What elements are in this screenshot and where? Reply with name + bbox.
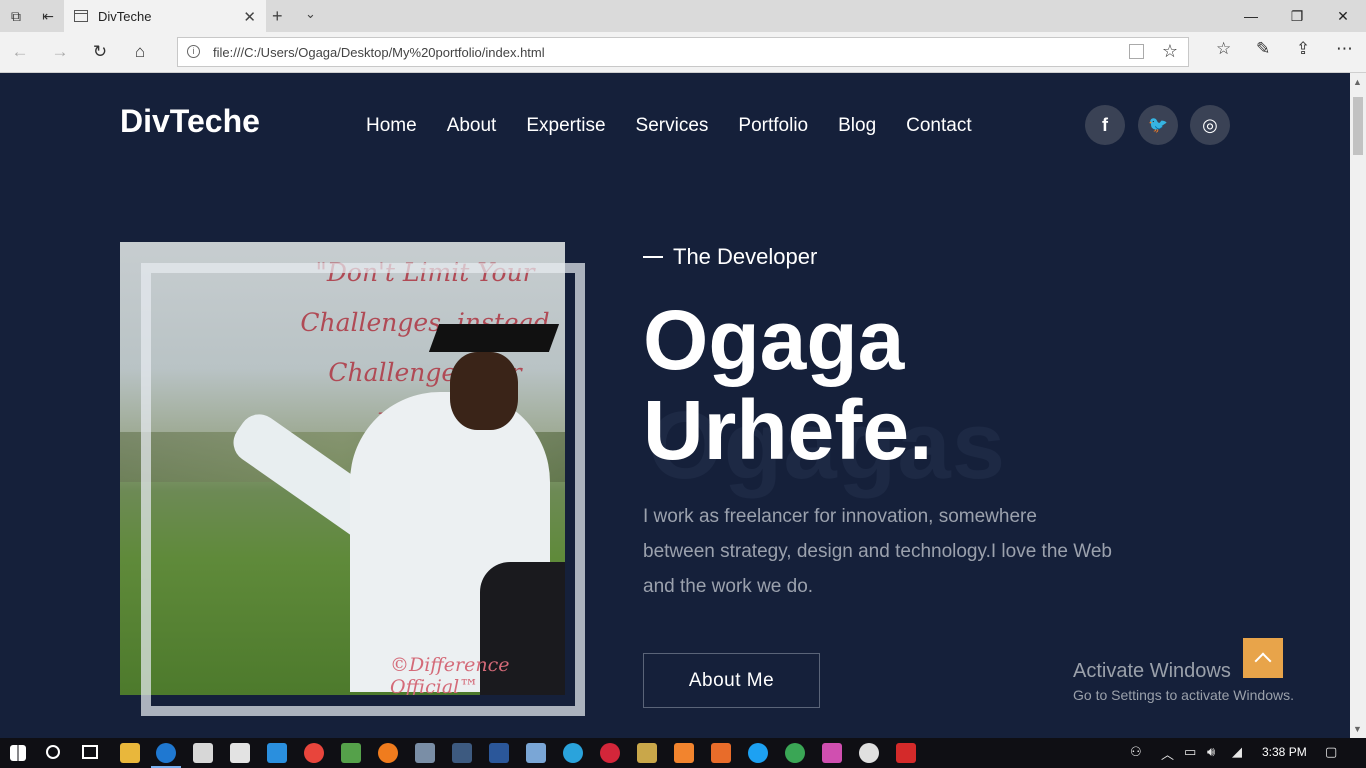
mail-icon[interactable] — [230, 743, 250, 763]
heart-app-icon[interactable] — [637, 743, 657, 763]
nav-about[interactable]: About — [447, 115, 497, 137]
new-tab-icon[interactable]: + — [272, 6, 283, 27]
hero-kicker: The Developer — [643, 244, 817, 270]
site-info-icon[interactable]: i — [187, 45, 200, 58]
nav-blog[interactable]: Blog — [838, 115, 876, 137]
favorite-star-icon[interactable]: ☆ — [1162, 41, 1178, 62]
instagram-icon[interactable]: ◎ — [1190, 105, 1230, 145]
battery-icon[interactable]: ▭ — [1184, 744, 1196, 760]
site-logo[interactable]: DivTeche — [120, 103, 260, 140]
chevron-up-icon — [1254, 652, 1272, 670]
firefox-icon[interactable] — [378, 743, 398, 763]
favorites-hub-icon[interactable]: ☆ — [1216, 39, 1231, 59]
refresh-icon[interactable]: ↻ — [88, 40, 112, 64]
nav-services[interactable]: Services — [636, 115, 709, 137]
forward-icon[interactable]: → — [48, 40, 72, 64]
notes-pen-icon[interactable]: ✎ — [1256, 39, 1270, 59]
photo-frame — [141, 263, 585, 716]
tray-chevron-up-icon[interactable]: ︿ — [1161, 744, 1174, 763]
start-windows-icon[interactable] — [10, 745, 26, 761]
app-tiles-icon[interactable] — [341, 743, 361, 763]
kicker-dash — [643, 256, 663, 258]
activate-subtitle: Go to Settings to activate Windows. — [1073, 687, 1294, 703]
volume-icon[interactable]: 🔊︎ — [1207, 744, 1215, 760]
telegram-icon[interactable] — [563, 743, 583, 763]
twitter-app-icon[interactable] — [748, 743, 768, 763]
app-icon-5[interactable] — [785, 743, 805, 763]
hero-name: Ogaga Urhefe. — [643, 295, 932, 475]
nav-home[interactable]: Home — [366, 115, 417, 137]
browser-tab-bar: ⧉ ⇤ DivTeche ✕ + ⌄ — ❐ ✕ — [0, 0, 1366, 32]
restore-icon[interactable]: ❐ — [1274, 0, 1320, 32]
page-icon — [74, 10, 88, 22]
nav-portfolio[interactable]: Portfolio — [738, 115, 808, 137]
tab-title: DivTeche — [98, 8, 152, 24]
hero-name-line1: Ogaga — [643, 293, 905, 387]
file-explorer-icon[interactable] — [120, 743, 140, 763]
action-center-icon[interactable]: ▢ — [1325, 744, 1337, 760]
reading-view-icon[interactable] — [1129, 44, 1144, 59]
more-menu-icon[interactable]: ⋯ — [1336, 39, 1353, 59]
facebook-icon[interactable]: f — [1085, 105, 1125, 145]
edge-browser-icon[interactable] — [156, 743, 176, 763]
set-aside-tabs-icon[interactable]: ⇤ — [32, 0, 64, 32]
chrome-icon[interactable] — [304, 743, 324, 763]
main-nav: Home About Expertise Services Portfolio … — [366, 115, 1002, 137]
app-icon-4[interactable] — [711, 743, 731, 763]
about-me-button[interactable]: About Me — [643, 653, 820, 708]
nav-expertise[interactable]: Expertise — [526, 115, 605, 137]
tab-actions-icon[interactable]: ⧉ — [0, 0, 32, 32]
address-bar[interactable]: i file:///C:/Users/Ogaga/Desktop/My%20po… — [177, 37, 1189, 67]
task-view-icon[interactable] — [82, 745, 98, 759]
app-icon[interactable] — [415, 743, 435, 763]
notepad-icon[interactable] — [526, 743, 546, 763]
system-clock[interactable]: 3:38 PM — [1262, 745, 1307, 759]
address-toolbar: ← → ↻ ⌂ i file:///C:/Users/Ogaga/Desktop… — [0, 32, 1366, 73]
share-icon[interactable]: ⇪ — [1296, 39, 1310, 59]
hero-bio: I work as freelancer for innovation, som… — [643, 506, 1112, 597]
windows-taskbar: ⚇ ︿ ▭ 🔊︎ ◢ 3:38 PM ▢ — [0, 738, 1366, 768]
browser-tab[interactable]: DivTeche ✕ — [64, 0, 266, 32]
kicker-text: The Developer — [673, 244, 818, 269]
store-icon[interactable] — [193, 743, 213, 763]
page-scrollbar[interactable]: ▲ ▼ — [1350, 73, 1366, 738]
scroll-to-top-button[interactable] — [1243, 638, 1283, 678]
url-text[interactable]: file:///C:/Users/Ogaga/Desktop/My%20port… — [213, 45, 545, 60]
close-window-icon[interactable]: ✕ — [1320, 0, 1366, 32]
scroll-up-icon[interactable]: ▲ — [1353, 77, 1362, 87]
people-icon[interactable]: ⚇ — [1130, 744, 1142, 760]
back-icon[interactable]: ← — [8, 40, 32, 64]
scrollbar-thumb[interactable] — [1353, 97, 1363, 155]
close-tab-icon[interactable]: ✕ — [243, 8, 256, 26]
word-icon[interactable] — [489, 743, 509, 763]
app-icon-3[interactable] — [674, 743, 694, 763]
minimize-icon[interactable]: — — [1228, 0, 1274, 32]
home-icon[interactable]: ⌂ — [128, 40, 152, 64]
app-icon-6[interactable] — [822, 743, 842, 763]
acrobat-icon[interactable] — [896, 743, 916, 763]
twitter-icon[interactable]: 🐦 — [1138, 105, 1178, 145]
search-icon[interactable] — [46, 745, 60, 759]
app-icon-2[interactable] — [452, 743, 472, 763]
pinterest-icon[interactable] — [600, 743, 620, 763]
hero-name-line2: Urhefe. — [643, 383, 933, 477]
app-icon-7[interactable] — [859, 743, 879, 763]
nav-contact[interactable]: Contact — [906, 115, 971, 137]
tab-preview-chevron-icon[interactable]: ⌄ — [305, 6, 316, 22]
web-page: DivTeche Home About Expertise Services P… — [0, 73, 1350, 738]
scroll-down-icon[interactable]: ▼ — [1353, 724, 1362, 734]
wifi-icon[interactable]: ◢ — [1232, 744, 1242, 760]
vscode-icon[interactable] — [267, 743, 287, 763]
